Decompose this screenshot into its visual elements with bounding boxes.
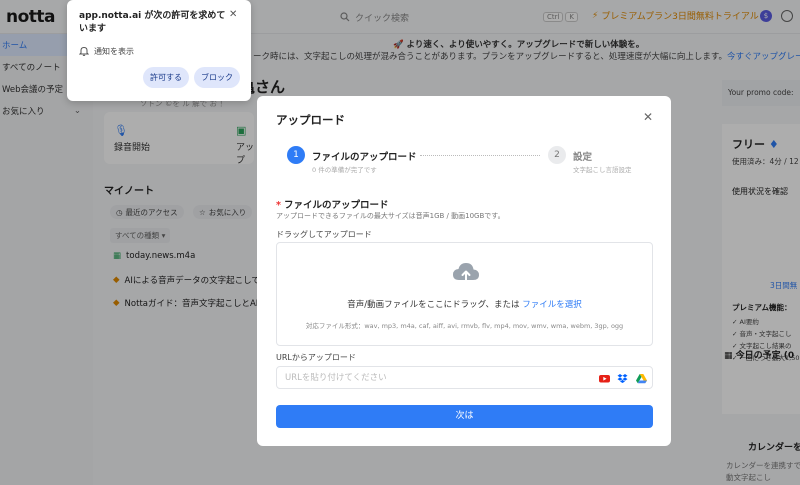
step2-subtext: 文字起こし言語設定 — [573, 166, 632, 174]
step1-subtext: 0 件の準備が完了です — [312, 166, 377, 174]
file-upload-section-label: ファイルのアップロード — [283, 200, 389, 211]
supported-formats: 対応ファイル形式：wav, mp3, m4a, caf, aiff, avi, … — [305, 322, 624, 330]
file-size-description: アップロードできるファイルの最大サイズは音声1GB / 動画10GBです。 — [276, 212, 505, 220]
close-icon[interactable]: ✕ — [641, 110, 655, 124]
modal-title: アップロード — [276, 113, 345, 127]
google-drive-icon — [636, 374, 647, 384]
upload-modal: アップロード ✕ 1 ファイルのアップロード 0 件の準備が完了です 2 設定 … — [257, 96, 671, 446]
next-button[interactable]: 次は — [276, 405, 653, 428]
youtube-icon — [599, 375, 610, 383]
block-button[interactable]: ブロック — [194, 67, 240, 88]
permission-title: app.notta.ai が次の許可を求めています — [79, 11, 226, 34]
close-icon[interactable]: ✕ — [229, 9, 237, 20]
dropbox-icon — [617, 374, 628, 383]
drop-text: 音声/動画ファイルをここにドラッグ、または — [347, 300, 520, 310]
drop-instructions: 音声/動画ファイルをここにドラッグ、または ファイルを選択 — [277, 298, 652, 310]
url-input-box — [276, 366, 653, 389]
step-connector — [420, 155, 540, 156]
step2-number: 2 — [548, 146, 566, 164]
allow-button[interactable]: 許可する — [143, 67, 189, 88]
required-marker: * — [276, 200, 281, 211]
notification-permission-popup: app.notta.ai が次の許可を求めています ✕ 通知を表示 許可する ブ… — [67, 0, 251, 101]
drag-upload-label: ドラッグしてアップロード — [276, 230, 372, 239]
step1-number: 1 — [287, 146, 305, 164]
url-upload-label: URLからアップロード — [276, 353, 356, 362]
file-dropzone[interactable]: 音声/動画ファイルをここにドラッグ、または ファイルを選択 対応ファイル形式：w… — [276, 242, 653, 346]
step2-label: 設定 — [573, 152, 593, 163]
url-input[interactable] — [285, 371, 585, 385]
select-file-link[interactable]: ファイルを選択 — [522, 300, 582, 310]
file-upload-section-title: * ファイルのアップロード — [276, 197, 388, 211]
bell-icon — [79, 46, 89, 56]
permission-notification-label: 通知を表示 — [94, 47, 134, 56]
step1-label: ファイルのアップロード — [312, 152, 417, 163]
cloud-upload-icon — [453, 263, 479, 283]
